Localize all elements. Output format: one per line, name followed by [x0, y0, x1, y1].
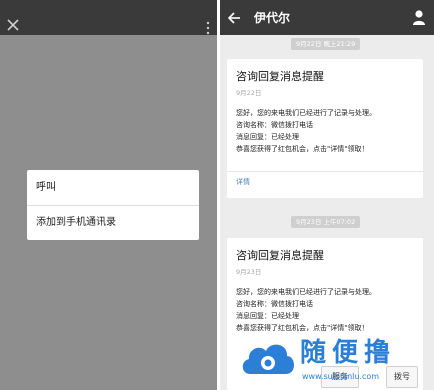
- profile-icon[interactable]: [412, 9, 426, 25]
- dial-button[interactable]: 拨号: [386, 366, 418, 388]
- back-arrow-icon[interactable]: [227, 11, 241, 25]
- more-vertical-icon[interactable]: [206, 21, 210, 35]
- card-date: 9月23日: [236, 268, 262, 276]
- card-line: 消息回复：已经处理: [236, 312, 299, 320]
- message-timestamp: 9月23日 上午07:02: [291, 216, 361, 228]
- card-line: 您好，您的来电我们已经进行了记录与处理。: [236, 288, 376, 296]
- close-icon[interactable]: [5, 17, 21, 33]
- card-line: 咨询名称：微信拨打电话: [236, 300, 313, 308]
- card-line: 恭喜您获得了红包机会，点击"详情"领取！: [236, 324, 369, 332]
- left-panel: 呼叫 添加到手机通讯录: [0, 0, 217, 390]
- menu-item-add-contact[interactable]: 添加到手机通讯录: [27, 206, 199, 240]
- card-line: 消息回复：已经处理: [236, 133, 299, 141]
- cloud-logo-icon: [242, 344, 294, 374]
- card-title: 咨询回复消息提醒: [236, 249, 324, 262]
- watermark-url: www.suibianlu.com: [302, 372, 380, 381]
- chat-title: 伊代尔: [254, 11, 291, 25]
- watermark-brand: 随便撸: [300, 338, 397, 368]
- message-timestamp: 9月22日 晚上21:29: [291, 38, 361, 50]
- card-line: 恭喜您获得了红包机会，点击"详情"领取！: [236, 145, 369, 153]
- message-card[interactable]: 咨询回复消息提醒 9月22日 您好，您的来电我们已经进行了记录与处理。 咨询名称…: [227, 59, 423, 198]
- card-divider: [227, 171, 423, 172]
- context-menu: 呼叫 添加到手机通讯录: [27, 170, 199, 240]
- chat-header: 伊代尔: [220, 0, 434, 35]
- details-link[interactable]: 详情: [236, 177, 250, 187]
- card-line: 您好，您的来电我们已经进行了记录与处理。: [236, 109, 376, 117]
- card-title: 咨询回复消息提醒: [236, 70, 324, 83]
- card-line: 咨询名称：微信拨打电话: [236, 121, 313, 129]
- left-top-bar: [0, 0, 217, 35]
- card-date: 9月22日: [236, 89, 262, 97]
- right-panel: 伊代尔 9月22日 晚上21:29 咨询回复消息提醒 9月22日 您好，您的来电…: [220, 0, 434, 390]
- menu-item-call[interactable]: 呼叫: [27, 171, 199, 205]
